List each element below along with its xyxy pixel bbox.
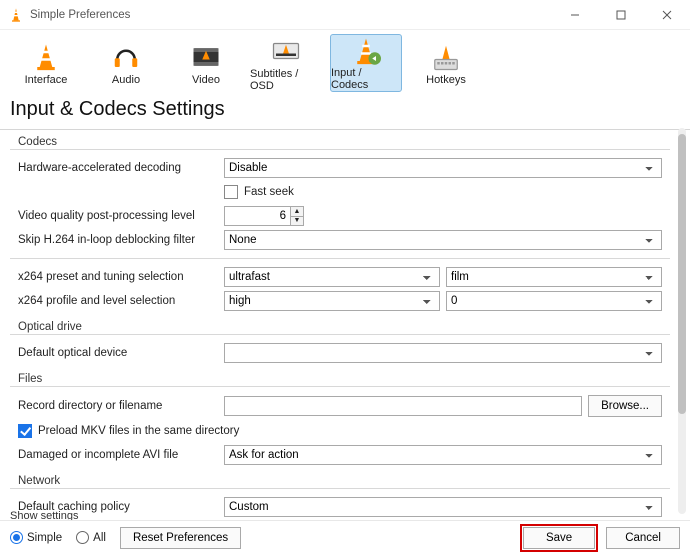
show-simple-radio[interactable]: Simple — [10, 531, 62, 544]
window-title: Simple Preferences — [30, 9, 552, 21]
tab-label: Video — [192, 74, 220, 86]
tab-input-codecs[interactable]: Input / Codecs — [330, 34, 402, 92]
vq-value[interactable] — [224, 206, 290, 226]
x264-level-select[interactable]: 0 — [446, 291, 662, 311]
optical-default-select[interactable] — [224, 343, 662, 363]
fast-seek-checkbox[interactable] — [224, 185, 238, 199]
reset-preferences-button[interactable]: Reset Preferences — [120, 527, 241, 549]
vq-spinbox[interactable]: ▲▼ — [224, 206, 304, 226]
skip-select[interactable]: None — [224, 230, 662, 250]
preload-mkv-label: Preload MKV files in the same directory — [38, 425, 239, 437]
preload-mkv-checkbox[interactable] — [18, 424, 32, 438]
x264-preset-select[interactable]: ultrafast — [224, 267, 440, 287]
skip-label: Skip H.264 in-loop deblocking filter — [18, 234, 218, 246]
show-all-radio[interactable]: All — [76, 531, 106, 544]
group-optical: Optical drive — [18, 321, 672, 333]
vq-up[interactable]: ▲ — [290, 206, 304, 216]
avi-label: Damaged or incomplete AVI file — [18, 449, 218, 461]
video-icon — [191, 40, 221, 74]
cache-select[interactable]: Custom — [224, 497, 662, 517]
minimize-button[interactable] — [552, 0, 598, 30]
tab-label: Subtitles / OSD — [250, 68, 322, 92]
audio-icon — [111, 40, 141, 74]
maximize-button[interactable] — [598, 0, 644, 30]
interface-icon — [31, 40, 61, 74]
scrollbar-thumb[interactable] — [678, 134, 686, 414]
cancel-button[interactable]: Cancel — [606, 527, 680, 549]
close-button[interactable] — [644, 0, 690, 30]
group-codecs: Codecs — [18, 136, 672, 148]
tab-hotkeys[interactable]: Hotkeys — [410, 34, 482, 92]
record-label: Record directory or filename — [18, 400, 218, 412]
titlebar: Simple Preferences — [0, 0, 690, 30]
tab-label: Audio — [112, 74, 140, 86]
vlc-cone-icon — [8, 7, 24, 23]
x264-profile-select[interactable]: high — [224, 291, 440, 311]
footer: Simple All Reset Preferences Save Cancel — [0, 520, 690, 554]
tab-video[interactable]: Video — [170, 34, 242, 92]
vq-label: Video quality post-processing level — [18, 210, 218, 222]
tab-subtitles[interactable]: Subtitles / OSD — [250, 34, 322, 92]
hotkeys-icon — [431, 40, 461, 74]
tab-label: Interface — [25, 74, 68, 86]
settings-content: Codecs Hardware-accelerated decoding Dis… — [8, 122, 672, 520]
fast-seek-label: Fast seek — [244, 186, 294, 198]
vq-down[interactable]: ▼ — [290, 216, 304, 227]
tab-label: Input / Codecs — [331, 67, 401, 91]
save-highlight: Save — [520, 524, 598, 552]
group-files: Files — [18, 373, 672, 385]
x264-tuning-select[interactable]: film — [446, 267, 662, 287]
tab-audio[interactable]: Audio — [90, 34, 162, 92]
hw-decode-label: Hardware-accelerated decoding — [18, 162, 218, 174]
tab-label: Hotkeys — [426, 74, 466, 86]
x264-preset-label: x264 preset and tuning selection — [18, 271, 218, 283]
input-codecs-icon — [351, 35, 381, 67]
scrollbar[interactable] — [678, 128, 686, 514]
hw-decode-select[interactable]: Disable — [224, 158, 662, 178]
category-tabs: Interface Audio Video Subtitles / OSD In… — [0, 30, 690, 94]
save-button[interactable]: Save — [523, 527, 595, 549]
group-network: Network — [18, 475, 672, 487]
subtitles-icon — [271, 34, 301, 68]
optical-default-label: Default optical device — [18, 347, 218, 359]
avi-select[interactable]: Ask for action — [224, 445, 662, 465]
browse-button[interactable]: Browse... — [588, 395, 662, 417]
tab-interface[interactable]: Interface — [10, 34, 82, 92]
x264-profile-label: x264 profile and level selection — [18, 295, 218, 307]
record-input[interactable] — [224, 396, 582, 416]
